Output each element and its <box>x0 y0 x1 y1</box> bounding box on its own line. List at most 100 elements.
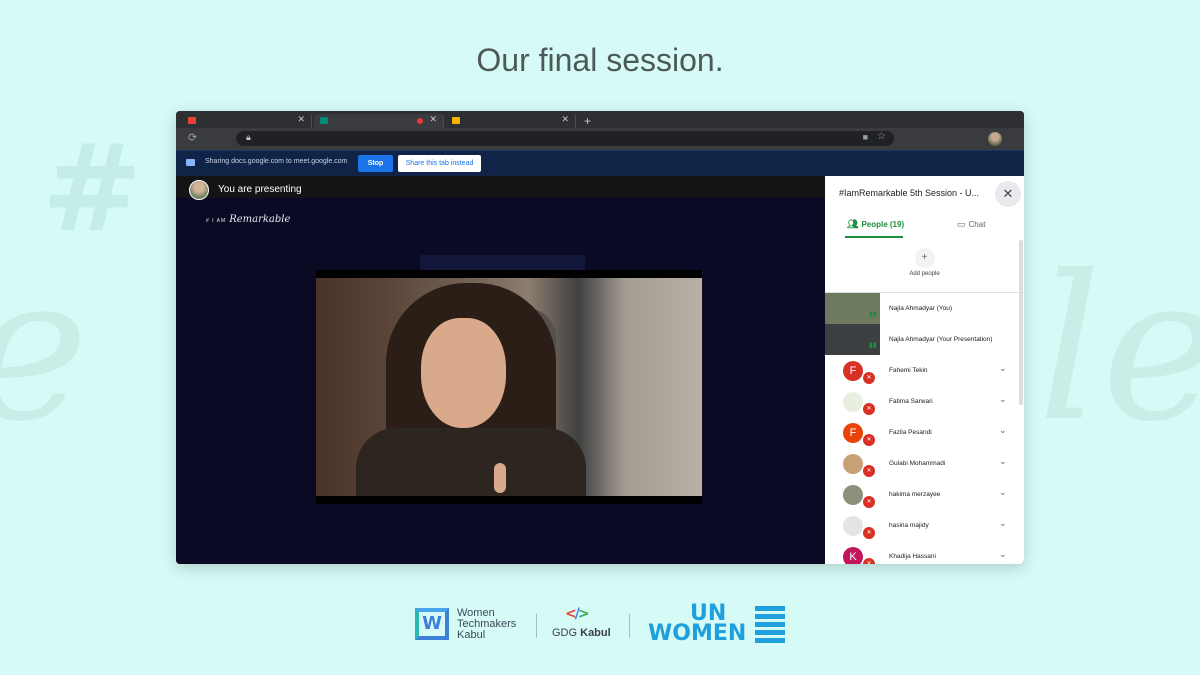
muted-mic-icon: ✕ <box>863 434 875 446</box>
background-script-decoration-right: le <box>1037 233 1200 466</box>
speaker-body-shape <box>356 428 586 496</box>
camera-icon[interactable]: ■ <box>863 132 868 142</box>
chevron-down-icon[interactable]: ⌄ <box>999 549 1007 560</box>
people-tab-label: People (19) <box>861 220 905 229</box>
active-tab-indicator <box>845 236 903 238</box>
chevron-down-icon[interactable]: ⌄ <box>999 518 1007 529</box>
panel-scrollbar[interactable] <box>1019 240 1023 405</box>
people-icon: 👥︎ <box>847 219 859 229</box>
participant-name: Fatima Sarwari <box>889 398 933 405</box>
reload-icon[interactable]: ⟳ <box>188 131 203 144</box>
logo-separator <box>629 614 630 638</box>
participant-avatar <box>843 454 863 474</box>
background-script-decoration: e <box>0 250 88 450</box>
stop-sharing-button[interactable]: Stop <box>358 155 393 172</box>
gdg-logo-icon: </> <box>565 606 590 622</box>
screen-share-icon <box>186 159 195 166</box>
profile-avatar[interactable] <box>988 132 1002 146</box>
close-icon[interactable]: ✕ <box>297 114 305 125</box>
close-icon[interactable]: ✕ <box>429 114 437 125</box>
participant-video-thumbnail <box>825 293 880 324</box>
participant-row[interactable]: F ✕ ⌄ Fazila Pesandi <box>825 417 1019 448</box>
muted-mic-icon: ✕ <box>863 465 875 477</box>
participant-name: Gulabi Mohammadi <box>889 460 946 467</box>
tab-strip: ✕ ✕ ✕ + <box>176 111 1024 128</box>
background-hash-decoration: # <box>42 120 143 259</box>
gdg-prefix: GDG <box>552 627 578 639</box>
people-panel: #IamRemarkable 5th Session - U... ✕ 👥︎ Pe… <box>825 176 1024 564</box>
participant-row[interactable]: K ✕ ⌄ Khadija Hassani <box>825 541 1019 564</box>
participant-name: hasina majidy <box>889 522 929 529</box>
tab-people[interactable]: 👥︎ People (19) <box>847 219 904 230</box>
presentation-stage: You are presenting # I AM Remarkable <box>176 176 825 564</box>
tab-meet[interactable]: ✕ <box>314 114 444 128</box>
page-title: Our final session. <box>476 42 724 78</box>
participant-name: hakima merzayee <box>889 491 941 498</box>
browser-window: ✕ ✕ ✕ + ⟳ 🔒︎ ■ ☆ Sharing docs.google.com… <box>176 111 1024 564</box>
close-icon[interactable]: ✕ <box>561 114 569 125</box>
presenter-avatar <box>189 180 209 200</box>
tab-chat[interactable]: ▭ Chat <box>957 219 985 230</box>
un-line-2: WOMEN <box>648 621 747 646</box>
wtm-line-3: Kabul <box>457 629 486 641</box>
new-tab-button[interactable]: + <box>584 114 591 128</box>
chevron-down-icon[interactable]: ⌄ <box>999 394 1007 405</box>
participant-avatar: F <box>843 361 863 381</box>
meet-icon <box>320 117 328 124</box>
logo-separator <box>536 614 537 638</box>
participant-name: Fahemi Tekin <box>889 367 928 374</box>
footer-logos: W Women Techmakers Kabul </> GDG Kabul U… <box>0 600 1200 650</box>
muted-mic-icon: ✕ <box>863 496 875 508</box>
tab-gmail[interactable]: ✕ <box>182 114 312 128</box>
chat-icon: ▭ <box>957 219 966 229</box>
chevron-down-icon[interactable]: ⌄ <box>999 425 1007 436</box>
chevron-down-icon[interactable]: ⌄ <box>999 487 1007 498</box>
participant-avatar <box>843 392 863 412</box>
participant-row[interactable]: ✕ ⌄ Fatima Sarwari <box>825 386 1019 417</box>
participant-avatar: K <box>843 547 863 564</box>
meeting-title: #IamRemarkable 5th Session - U... <box>839 188 980 198</box>
iamremarkable-slide-logo: # I AM Remarkable <box>206 214 290 225</box>
chevron-down-icon[interactable]: ⌄ <box>999 363 1007 374</box>
speaking-indicator-icon: ▮▮ <box>869 342 877 349</box>
muted-mic-icon: ✕ <box>863 372 875 384</box>
un-women-wordmark: UN WOMEN <box>648 603 747 646</box>
screen-share-infobar: Sharing docs.google.com to meet.google.c… <box>176 150 1024 176</box>
participant-row[interactable]: ▮▮ Najla Ahmadyar (Your Presentation) <box>825 324 1019 355</box>
video-frame <box>316 278 702 496</box>
gmail-icon <box>188 117 196 124</box>
share-message: Sharing docs.google.com to meet.google.c… <box>205 158 348 165</box>
slide-title-placeholder <box>420 255 585 270</box>
recording-icon <box>417 118 423 124</box>
participant-row[interactable]: ✕ ⌄ Gulabi Mohammadi <box>825 448 1019 479</box>
gdg-city: Kabul <box>580 627 611 639</box>
women-techmakers-wordmark: Women Techmakers Kabul <box>457 608 516 641</box>
slide-logo-prefix: # I AM <box>206 218 227 224</box>
speaking-indicator-icon: ▮▮ <box>869 311 877 318</box>
participant-name: Khadija Hassani <box>889 553 936 560</box>
address-bar[interactable]: 🔒︎ ■ ☆ <box>236 131 894 146</box>
presenting-bar: You are presenting <box>176 176 825 200</box>
participant-row[interactable]: ✕ ⌄ hasina majidy <box>825 510 1019 541</box>
speaker-face-shape <box>421 318 506 428</box>
participant-row[interactable]: ✕ ⌄ hakima merzayee <box>825 479 1019 510</box>
chevron-down-icon[interactable]: ⌄ <box>999 456 1007 467</box>
tab-slides[interactable]: ✕ <box>446 114 576 128</box>
share-this-tab-button[interactable]: Share this tab instead <box>398 155 481 172</box>
bookmark-star-icon[interactable]: ☆ <box>877 131 886 142</box>
participant-row[interactable]: ▮▮ Najla Ahmadyar (You) <box>825 293 1019 324</box>
slides-icon <box>452 117 460 124</box>
participant-row[interactable]: F ✕ ⌄ Fahemi Tekin <box>825 355 1019 386</box>
thumbs-up-shape <box>494 463 506 493</box>
close-panel-button[interactable]: ✕ <box>995 181 1021 207</box>
meet-content: You are presenting # I AM Remarkable #Iam… <box>176 176 1024 564</box>
muted-mic-icon: ✕ <box>863 558 875 564</box>
participant-avatar <box>843 516 863 536</box>
add-people-button[interactable]: + Add people <box>825 248 1024 277</box>
lock-icon[interactable]: 🔒︎ <box>246 132 251 143</box>
muted-mic-icon: ✕ <box>863 527 875 539</box>
presentation-video[interactable] <box>316 270 702 504</box>
participant-name: Fazila Pesandi <box>889 429 932 436</box>
slide-logo-script: Remarkable <box>229 214 291 225</box>
muted-mic-icon: ✕ <box>863 403 875 415</box>
